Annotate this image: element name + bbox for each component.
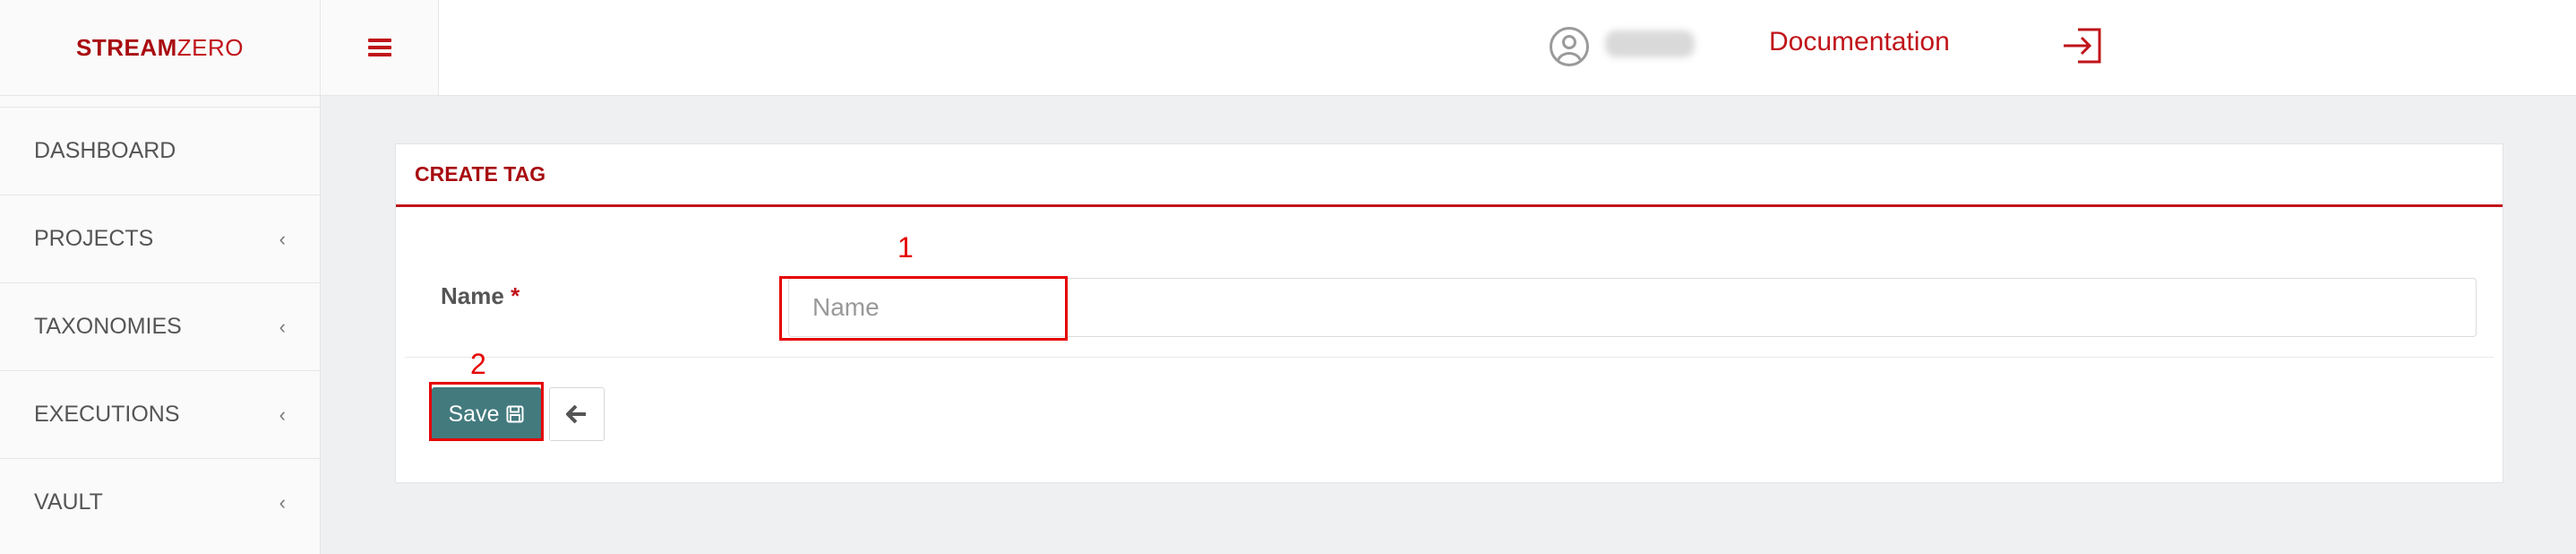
annotation-number-1: 1 — [897, 231, 914, 264]
hamburger-icon — [367, 39, 391, 56]
annotation-number-2: 2 — [470, 348, 486, 380]
create-tag-card: CREATE TAG Name * Save — [395, 143, 2503, 483]
annotation-box-2 — [429, 382, 544, 441]
chevron-left-icon: ‹ — [279, 227, 286, 250]
sidebar: DASHBOARD PROJECTS ‹ TAXONOMIES ‹ EXECUT… — [0, 96, 321, 554]
name-form-row: Name * — [405, 207, 2494, 358]
sidebar-item-vault[interactable]: VAULT ‹ — [0, 458, 320, 546]
brand-logo[interactable]: STREAM ZERO — [0, 0, 321, 96]
name-label: Name * — [441, 282, 520, 309]
arrow-left-icon — [566, 404, 586, 424]
menu-toggle-button[interactable] — [321, 0, 439, 96]
top-bar — [439, 0, 2576, 96]
sidebar-item-taxonomies[interactable]: TAXONOMIES ‹ — [0, 282, 320, 370]
sidebar-item-dashboard[interactable]: DASHBOARD — [0, 107, 320, 195]
sidebar-item-label: VAULT — [34, 489, 103, 515]
brand-logo-light: ZERO — [176, 33, 244, 61]
chevron-left-icon: ‹ — [279, 315, 286, 338]
sign-out-icon[interactable] — [2062, 27, 2103, 65]
documentation-link[interactable]: Documentation — [1769, 27, 1950, 57]
brand-logo-bold: STREAM — [75, 33, 177, 61]
annotation-box-1 — [779, 276, 1068, 341]
user-circle-icon[interactable] — [1550, 27, 1589, 66]
sidebar-item-label: PROJECTS — [34, 226, 154, 251]
sidebar-item-projects[interactable]: PROJECTS ‹ — [0, 195, 320, 282]
sidebar-item-label: EXECUTIONS — [34, 402, 180, 427]
back-button[interactable] — [549, 387, 605, 441]
user-name-blurred[interactable] — [1605, 30, 1695, 57]
sidebar-item-executions[interactable]: EXECUTIONS ‹ — [0, 370, 320, 458]
sidebar-item-label: TAXONOMIES — [34, 314, 182, 339]
sidebar-item-label: DASHBOARD — [34, 138, 176, 163]
chevron-left-icon: ‹ — [279, 490, 286, 514]
chevron-left-icon: ‹ — [279, 403, 286, 426]
card-title: CREATE TAG — [396, 144, 2503, 207]
required-marker: * — [511, 282, 520, 309]
